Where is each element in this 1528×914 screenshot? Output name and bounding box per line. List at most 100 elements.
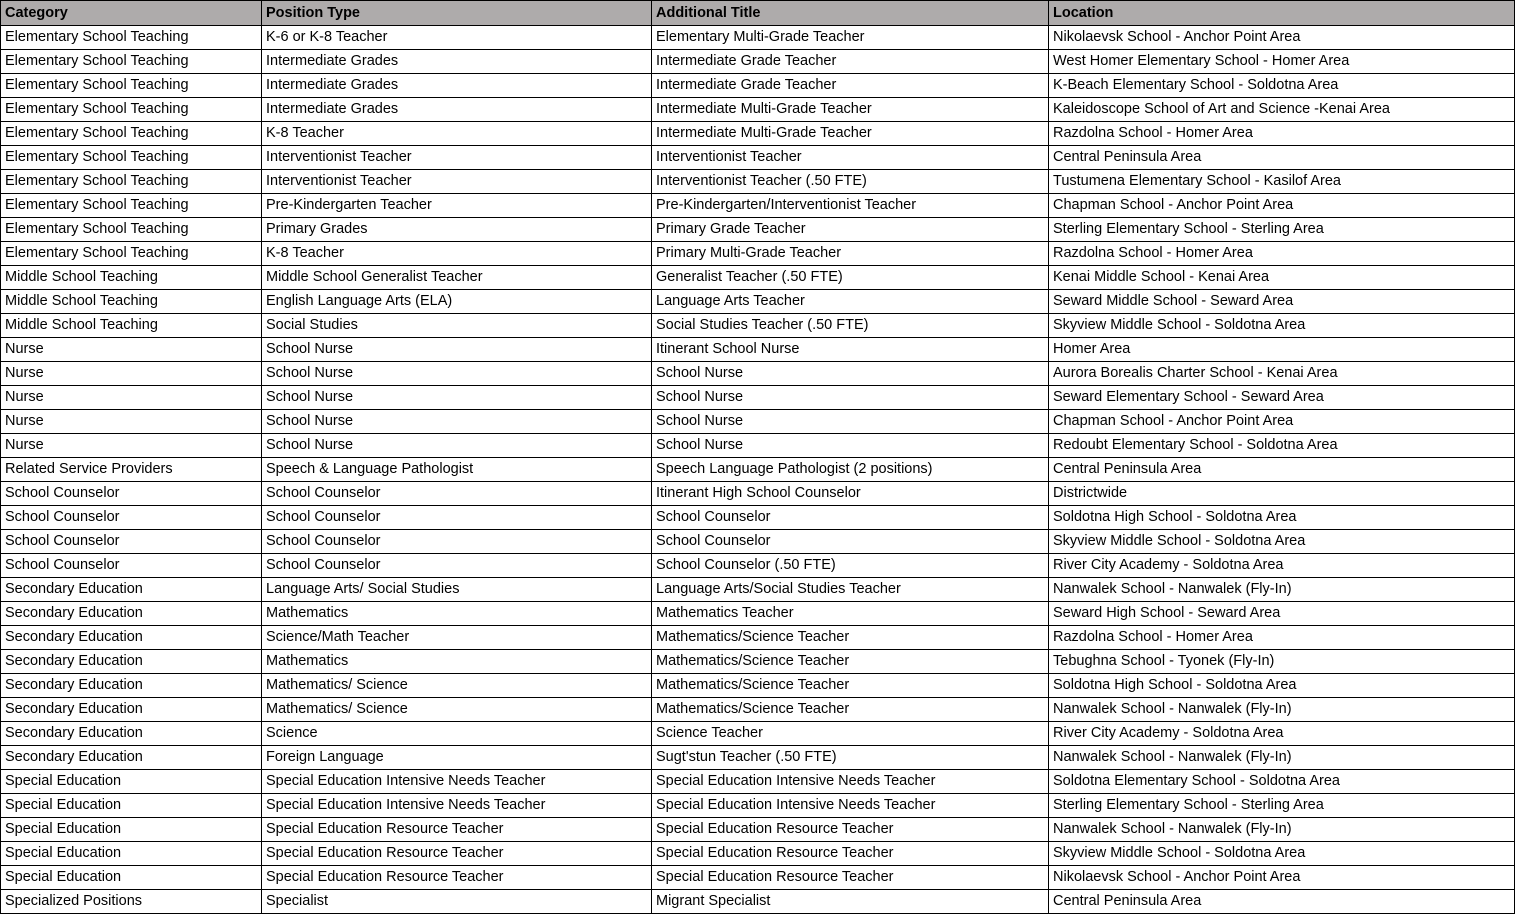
cell-additional_title[interactable]: Primary Grade Teacher [651,217,1049,242]
cell-location[interactable]: Homer Area [1048,337,1515,362]
cell-additional_title[interactable]: School Counselor [651,529,1049,554]
table-row[interactable]: Middle School Teaching Social Studies Soci… [0,313,1515,338]
table-row[interactable]: School Counselor School Counselor School C… [0,553,1515,578]
cell-position_type[interactable]: Middle School Generalist Teacher [261,265,652,290]
cell-additional_title[interactable]: Language Arts Teacher [651,289,1049,314]
cell-location[interactable]: Razdolna School - Homer Area [1048,241,1515,266]
cell-position_type[interactable]: Intermediate Grades [261,49,652,74]
cell-additional_title[interactable]: Migrant Specialist [651,889,1049,914]
table-row[interactable]: School Counselor School Counselor School C… [0,529,1515,554]
cell-additional_title[interactable]: School Nurse [651,433,1049,458]
table-row[interactable]: Elementary School Teaching Intermediate G… [0,97,1515,122]
cell-position_type[interactable]: K-6 or K-8 Teacher [261,25,652,50]
cell-position_type[interactable]: Primary Grades [261,217,652,242]
cell-additional_title[interactable]: Mathematics/Science Teacher [651,697,1049,722]
cell-additional_title[interactable]: Special Education Resource Teacher [651,841,1049,866]
cell-position_type[interactable]: Mathematics [261,649,652,674]
cell-position_type[interactable]: Special Education Resource Teacher [261,841,652,866]
cell-position_type[interactable]: Social Studies [261,313,652,338]
cell-category[interactable]: Secondary Education [0,625,262,650]
cell-additional_title[interactable]: Social Studies Teacher (.50 FTE) [651,313,1049,338]
cell-location[interactable]: Kenai Middle School - Kenai Area [1048,265,1515,290]
cell-category[interactable]: Specialized Positions [0,889,262,914]
cell-category[interactable]: Nurse [0,385,262,410]
cell-category[interactable]: Nurse [0,433,262,458]
cell-category[interactable]: Related Service Providers [0,457,262,482]
cell-position_type[interactable]: School Nurse [261,433,652,458]
cell-category[interactable]: Special Education [0,769,262,794]
table-row[interactable]: Nurse School Nurse School Nurse Chapman Sch… [0,409,1515,434]
cell-location[interactable]: Skyview Middle School - Soldotna Area [1048,529,1515,554]
cell-position_type[interactable]: Mathematics [261,601,652,626]
column-header-category[interactable]: Category [0,0,262,26]
table-row[interactable]: Elementary School Teaching K-8 Teacher Pri… [0,241,1515,266]
cell-category[interactable]: Elementary School Teaching [0,145,262,170]
cell-position_type[interactable]: Science/Math Teacher [261,625,652,650]
cell-location[interactable]: Nikolaevsk School - Anchor Point Area [1048,25,1515,50]
cell-position_type[interactable]: School Counselor [261,553,652,578]
column-header-position-type[interactable]: Position Type [261,0,652,26]
cell-position_type[interactable]: English Language Arts (ELA) [261,289,652,314]
table-row[interactable]: Secondary Education Science Science Teache… [0,721,1515,746]
cell-location[interactable]: Soldotna Elementary School - Soldotna Ar… [1048,769,1515,794]
cell-additional_title[interactable]: Science Teacher [651,721,1049,746]
cell-category[interactable]: Secondary Education [0,745,262,770]
cell-location[interactable]: Nanwalek School - Nanwalek (Fly-In) [1048,817,1515,842]
cell-additional_title[interactable]: Generalist Teacher (.50 FTE) [651,265,1049,290]
cell-location[interactable]: Seward Middle School - Seward Area [1048,289,1515,314]
table-row[interactable]: Special Education Special Education Inten… [0,793,1515,818]
table-row[interactable]: Nurse School Nurse School Nurse Aurora Bore… [0,361,1515,386]
cell-position_type[interactable]: School Counselor [261,529,652,554]
cell-location[interactable]: Kaleidoscope School of Art and Science -… [1048,97,1515,122]
cell-position_type[interactable]: School Nurse [261,409,652,434]
cell-additional_title[interactable]: Language Arts/Social Studies Teacher [651,577,1049,602]
table-row[interactable]: Nurse School Nurse Itinerant School Nurse H… [0,337,1515,362]
cell-additional_title[interactable]: Interventionist Teacher [651,145,1049,170]
cell-location[interactable]: Districtwide [1048,481,1515,506]
cell-category[interactable]: School Counselor [0,505,262,530]
cell-additional_title[interactable]: Intermediate Grade Teacher [651,49,1049,74]
cell-position_type[interactable]: Mathematics/ Science [261,673,652,698]
table-row[interactable]: Nurse School Nurse School Nurse Seward Elem… [0,385,1515,410]
cell-category[interactable]: Special Education [0,817,262,842]
cell-category[interactable]: Nurse [0,361,262,386]
table-row[interactable]: Elementary School Teaching Interventionis… [0,169,1515,194]
cell-category[interactable]: Secondary Education [0,601,262,626]
table-row[interactable]: Elementary School Teaching Intermediate G… [0,73,1515,98]
cell-additional_title[interactable]: School Nurse [651,385,1049,410]
table-row[interactable]: Elementary School Teaching K-8 Teacher Int… [0,121,1515,146]
cell-additional_title[interactable]: School Nurse [651,409,1049,434]
table-row[interactable]: School Counselor School Counselor School C… [0,505,1515,530]
cell-category[interactable]: Middle School Teaching [0,313,262,338]
table-row[interactable]: Special Education Special Education Resou… [0,817,1515,842]
cell-category[interactable]: Elementary School Teaching [0,241,262,266]
cell-category[interactable]: Secondary Education [0,673,262,698]
cell-category[interactable]: Secondary Education [0,721,262,746]
cell-category[interactable]: Elementary School Teaching [0,169,262,194]
cell-category[interactable]: School Counselor [0,481,262,506]
cell-location[interactable]: Skyview Middle School - Soldotna Area [1048,841,1515,866]
cell-additional_title[interactable]: Speech Language Pathologist (2 positions… [651,457,1049,482]
cell-location[interactable]: Soldotna High School - Soldotna Area [1048,673,1515,698]
cell-category[interactable]: Secondary Education [0,577,262,602]
cell-location[interactable]: Chapman School - Anchor Point Area [1048,193,1515,218]
cell-location[interactable]: Razdolna School - Homer Area [1048,625,1515,650]
cell-category[interactable]: Middle School Teaching [0,265,262,290]
cell-location[interactable]: Tebughna School - Tyonek (Fly-In) [1048,649,1515,674]
cell-additional_title[interactable]: Sugt'stun Teacher (.50 FTE) [651,745,1049,770]
cell-location[interactable]: Seward High School - Seward Area [1048,601,1515,626]
cell-category[interactable]: Elementary School Teaching [0,49,262,74]
cell-location[interactable]: Soldotna High School - Soldotna Area [1048,505,1515,530]
cell-location[interactable]: Razdolna School - Homer Area [1048,121,1515,146]
cell-position_type[interactable]: School Nurse [261,337,652,362]
cell-category[interactable]: Middle School Teaching [0,289,262,314]
cell-position_type[interactable]: Specialist [261,889,652,914]
cell-additional_title[interactable]: Primary Multi-Grade Teacher [651,241,1049,266]
cell-position_type[interactable]: Speech & Language Pathologist [261,457,652,482]
cell-location[interactable]: Sterling Elementary School - Sterling Ar… [1048,217,1515,242]
cell-location[interactable]: Central Peninsula Area [1048,145,1515,170]
cell-category[interactable]: Elementary School Teaching [0,193,262,218]
cell-position_type[interactable]: K-8 Teacher [261,241,652,266]
table-row[interactable]: Specialized Positions Specialist Migrant S… [0,889,1515,914]
table-row[interactable]: Special Education Special Education Resou… [0,841,1515,866]
